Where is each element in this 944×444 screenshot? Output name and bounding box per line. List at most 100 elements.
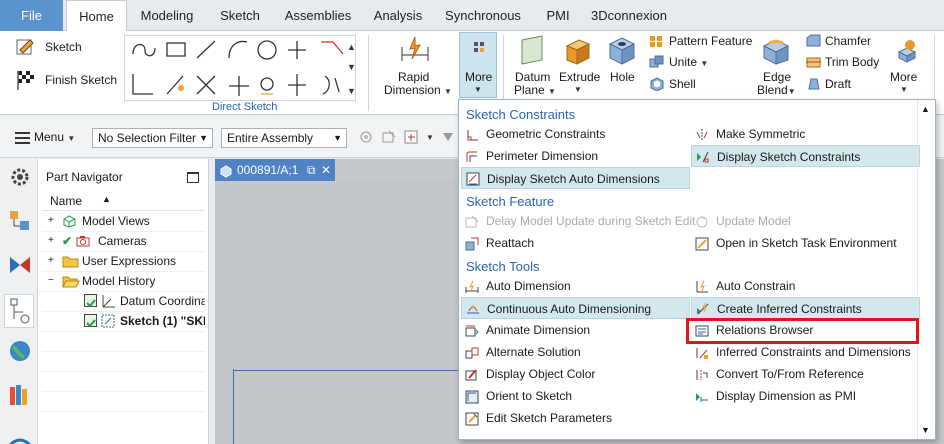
more-features-label[interactable]: More <box>890 70 917 84</box>
menu-item-alternate-solution[interactable]: Alternate Solution <box>461 341 689 363</box>
shell-button[interactable]: Shell <box>669 77 696 91</box>
collapse-icon[interactable]: − <box>48 271 54 291</box>
menu-item-create-inferred-constraints[interactable]: Create Inferred Constraints <box>691 297 920 319</box>
expand-icon[interactable]: + <box>48 231 54 251</box>
more-features-icon[interactable] <box>895 38 919 64</box>
extrude-icon[interactable] <box>561 34 593 66</box>
assembly-selection-icon[interactable] <box>358 129 374 145</box>
selection-filter-dropdown[interactable]: No Selection Filter ▼ <box>92 128 213 148</box>
finish-sketch-icon[interactable] <box>16 69 38 91</box>
snap-point-icon[interactable] <box>404 129 422 145</box>
rapid-dimension-button[interactable]: Dimension ▼ <box>384 83 452 97</box>
tree-row-model-history[interactable]: − Model History <box>42 271 205 291</box>
select-features-icon[interactable] <box>381 129 397 145</box>
gear-icon[interactable] <box>8 165 32 189</box>
tab-sketch[interactable]: Sketch <box>212 0 268 31</box>
menu-item-perimeter-dimension[interactable]: Perimeter Dimension <box>461 145 689 167</box>
extrude-label[interactable]: Extrude <box>559 70 600 84</box>
tree-row-datum-csys[interactable]: Datum Coordina <box>42 291 205 311</box>
chevron-down-icon[interactable]: ▼ <box>426 133 434 142</box>
scroll-down-icon[interactable]: ▼ <box>921 425 930 435</box>
shell-icon[interactable] <box>649 77 665 92</box>
trim-body-button[interactable]: Trim Body <box>825 55 879 69</box>
tree-row-cameras[interactable]: + ✔ Cameras <box>42 231 205 251</box>
menu-scrollbar[interactable]: ▲ ▼ <box>917 100 933 439</box>
menu-button[interactable]: Menu ▼ <box>34 130 75 144</box>
menu-icon[interactable] <box>14 131 32 145</box>
close-icon[interactable]: ✕ <box>321 159 331 181</box>
tree-row-user-expressions[interactable]: + User Expressions <box>42 251 205 271</box>
unite-icon[interactable] <box>649 55 665 69</box>
tab-analysis[interactable]: Analysis <box>368 0 428 31</box>
chamfer-icon[interactable] <box>806 34 822 48</box>
tab-synchronous[interactable]: Synchronous <box>437 0 529 31</box>
menu-item-inferred-constraints-and-dimensions[interactable]: Inferred Constraints and Dimensions <box>691 341 921 363</box>
menu-item-orient-to-sketch[interactable]: Orient to Sketch <box>461 385 689 407</box>
menu-item-auto-constrain[interactable]: Auto Constrain <box>691 275 921 297</box>
ribbon-tab-bar: File Home Modeling Sketch Assemblies Ana… <box>0 0 944 32</box>
hole-icon[interactable] <box>606 34 638 66</box>
menu-item-open-in-sketch-task-environment[interactable]: Open in Sketch Task Environment <box>691 232 921 254</box>
more-selection-icon[interactable] <box>440 129 456 145</box>
hole-label[interactable]: Hole <box>610 70 635 84</box>
menu-item-display-sketch-constraints[interactable]: Display Sketch Constraints <box>691 145 920 167</box>
datum-plane-icon[interactable] <box>518 34 548 66</box>
tab-home[interactable]: Home <box>66 0 127 32</box>
pattern-feature-icon[interactable] <box>649 34 665 48</box>
finish-sketch-button[interactable]: Finish Sketch <box>45 73 117 87</box>
sort-up-icon[interactable]: ▲ <box>102 194 111 204</box>
assembly-navigator-icon[interactable] <box>8 209 32 233</box>
menu-item-display-dimension-as-pmi[interactable]: Display Dimension as PMI <box>691 385 921 407</box>
menu-item-convert-to-from-reference[interactable]: Convert To/From Reference <box>691 363 921 385</box>
tab-modeling[interactable]: Modeling <box>130 0 204 31</box>
menu-item-edit-sketch-parameters[interactable]: Edit Sketch Parameters <box>461 407 689 429</box>
assembly-scope-dropdown[interactable]: Entire Assembly ▼ <box>221 128 347 148</box>
menu-item-continuous-auto-dimensioning[interactable]: Continuous Auto Dimensioning <box>461 297 690 319</box>
datum-plane-label-1[interactable]: Datum <box>515 70 550 84</box>
menu-item-reattach[interactable]: Reattach <box>461 232 689 254</box>
sketch-button[interactable]: Sketch <box>45 40 82 54</box>
tab-file[interactable]: File <box>0 0 63 31</box>
web-browser-icon[interactable] <box>8 339 32 363</box>
edge-blend-button[interactable]: Blend▼ <box>757 83 796 97</box>
maximize-icon[interactable] <box>187 172 199 183</box>
sketch-axis-vertical <box>233 369 234 444</box>
direct-sketch-group-label: Direct Sketch <box>212 101 278 113</box>
tree-row-sketch[interactable]: Sketch (1) "SKE <box>42 311 205 331</box>
rapid-dimension-icon[interactable] <box>398 35 432 63</box>
draft-button[interactable]: Draft <box>825 77 851 91</box>
datum-plane-button[interactable]: Plane ▼ <box>514 83 556 97</box>
visibility-checkbox[interactable] <box>84 314 97 328</box>
sketch-icon[interactable] <box>16 37 38 57</box>
wifi-icon[interactable] <box>8 425 32 444</box>
edge-blend-label-1[interactable]: Edge <box>763 70 791 84</box>
tab-assemblies[interactable]: Assemblies <box>276 0 360 31</box>
constraint-navigator-icon[interactable] <box>8 253 32 277</box>
document-tab[interactable]: 000891/A;1 ⧉ ✕ <box>215 159 335 181</box>
scroll-up-icon[interactable]: ▲ <box>921 104 930 114</box>
chamfer-button[interactable]: Chamfer <box>825 34 871 48</box>
draft-icon[interactable] <box>806 77 822 91</box>
tab-3dconnexion[interactable]: 3Dconnexion <box>586 0 672 31</box>
pin-icon[interactable]: ⧉ <box>307 159 316 181</box>
pattern-feature-button[interactable]: Pattern Feature <box>669 34 752 48</box>
tab-pmi[interactable]: PMI <box>538 0 578 31</box>
expand-icon[interactable]: + <box>48 251 54 271</box>
menu-item-display-object-color[interactable]: Display Object Color <box>461 363 689 385</box>
visibility-checkbox[interactable] <box>84 294 97 308</box>
trim-body-icon[interactable] <box>806 55 822 69</box>
menu-item-auto-dimension[interactable]: Auto Dimension <box>461 275 689 297</box>
rapid-dimension-label-1[interactable]: Rapid <box>398 70 429 84</box>
part-navigator-tab[interactable] <box>4 294 34 328</box>
menu-item-make-symmetric[interactable]: Make Symmetric <box>691 123 921 145</box>
reuse-library-icon[interactable] <box>8 383 32 407</box>
column-name-header[interactable]: Name <box>50 194 82 208</box>
tree-row-model-views[interactable]: + Model Views <box>42 211 205 231</box>
expand-icon[interactable]: + <box>48 211 54 231</box>
menu-item-geometric-constraints[interactable]: Geometric Constraints <box>461 123 689 145</box>
unite-button[interactable]: Unite ▼ <box>669 55 708 69</box>
menu-item-animate-dimension[interactable]: Animate Dimension <box>461 319 689 341</box>
row-divider <box>42 331 205 332</box>
edge-blend-icon[interactable] <box>760 34 792 66</box>
menu-item-display-sketch-auto-dimensions[interactable]: Display Sketch Auto Dimensions <box>461 167 690 189</box>
